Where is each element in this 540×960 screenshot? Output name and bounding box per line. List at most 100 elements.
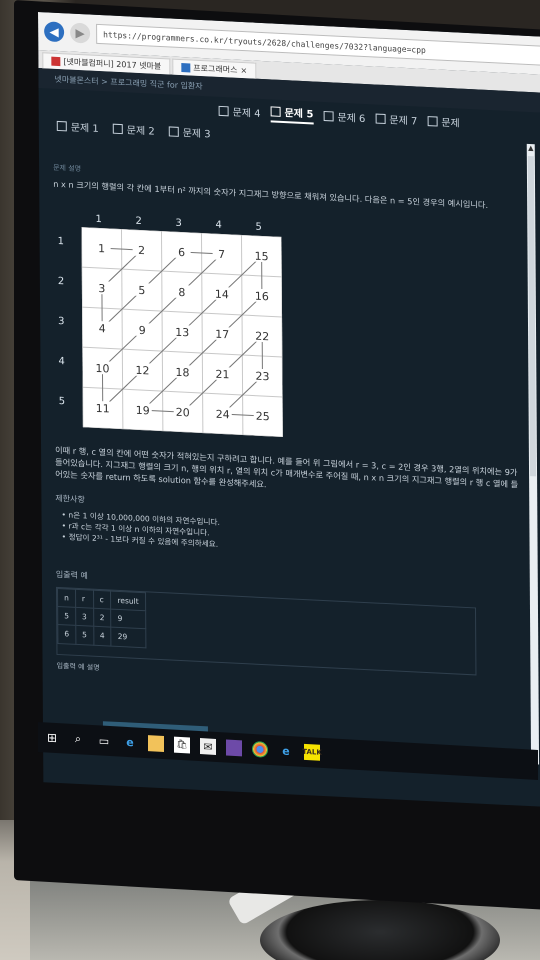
edge-icon[interactable]: e [122, 734, 138, 751]
checkbox-icon [56, 120, 67, 131]
tab-label: 문제 6 [337, 112, 366, 126]
tab-problem-4[interactable]: 문제 4 [218, 101, 261, 122]
grid-cell-value: 13 [175, 326, 189, 340]
store-icon[interactable]: 🛍 [174, 736, 190, 754]
grid-line [82, 306, 283, 318]
grid-cell-value: 6 [178, 246, 185, 259]
tab-label: 문제 5 [284, 108, 314, 121]
table-header: c [93, 590, 111, 610]
table-cell: 4 [93, 626, 112, 646]
table-cell: 5 [57, 606, 76, 626]
tab-label: [넷마블컴퍼니] 2017 넷마블 [63, 57, 162, 72]
row-header: 2 [57, 275, 65, 288]
grid-line [120, 228, 124, 429]
back-arrow-icon[interactable]: ◀ [44, 21, 65, 43]
programmers-favicon-icon [181, 63, 191, 73]
grid-cell-value: 11 [96, 402, 110, 416]
mail-icon[interactable]: ✉ [200, 738, 216, 755]
tab-problem-3[interactable]: 문제 3 [168, 123, 211, 141]
zigzag-figure: 1 2 3 4 5 1 2 3 4 5 1 2 6 7 15 3 5 8 14 16 4 9 13 17 2… [57, 210, 289, 441]
grid-cell-value: 20 [176, 406, 190, 420]
tab-problem-5[interactable]: 문제 5 [270, 103, 314, 125]
grid-line [160, 230, 164, 431]
tab-label: 프로그래머스 [193, 63, 238, 75]
grid-cell-value: 4 [99, 322, 106, 335]
grid-cell-value: 2 [138, 244, 145, 257]
checkbox-icon [427, 115, 438, 127]
grid-line [82, 386, 283, 398]
checkbox-icon [270, 105, 281, 117]
table-cell: 9 [110, 609, 146, 630]
tab-problem-6[interactable]: 문제 6 [323, 106, 365, 127]
grid-line [81, 266, 282, 278]
table-cell: 3 [75, 607, 94, 627]
table-row: 6 5 4 29 [57, 624, 146, 648]
grid-cell-value: 16 [255, 289, 269, 303]
row-header: 5 [58, 395, 66, 408]
grid-cell-value: 23 [255, 369, 269, 383]
close-tab-icon[interactable]: × [240, 66, 247, 75]
checkbox-icon [375, 113, 386, 124]
tab-problem-1[interactable]: 문제 1 [56, 118, 99, 135]
grid-cell-value: 18 [175, 366, 189, 380]
grid-cell-value: 8 [178, 286, 185, 299]
io-table: n r c result 5 3 2 9 6 5 4 29 [57, 588, 146, 648]
visual-studio-icon[interactable] [226, 739, 242, 757]
zigzag-grid: 1 2 6 7 15 3 5 8 14 16 4 9 13 17 22 10 12 18 21 23 11 19 20 24 2… [81, 226, 283, 437]
grid-cell-value: 10 [95, 362, 109, 376]
grid-line [240, 234, 244, 435]
checkbox-icon [168, 125, 179, 137]
tab-problem-2[interactable]: 문제 2 [112, 121, 155, 138]
grid-line [82, 346, 283, 358]
scroll-up-icon[interactable]: ▲ [527, 144, 535, 152]
grid-line [200, 232, 204, 433]
checkbox-icon [218, 105, 229, 116]
scrollbar[interactable]: ▲ ▼ [526, 143, 540, 765]
grid-cell-value: 14 [215, 287, 229, 301]
table-header: n [57, 588, 76, 608]
kakaotalk-icon[interactable]: TALK [302, 743, 322, 761]
task-view-icon[interactable]: ▭ [96, 732, 112, 749]
tab-problem-8[interactable]: 문제 [427, 111, 460, 132]
grid-cell-value: 12 [135, 364, 149, 378]
table-header: r [75, 589, 94, 609]
grid-cell-value: 3 [98, 282, 105, 295]
forward-arrow-icon[interactable]: ▶ [70, 22, 91, 44]
grid-line [82, 426, 283, 437]
table-cell: 2 [93, 608, 112, 628]
tab-problem-7[interactable]: 문제 7 [375, 109, 417, 130]
problem-content: 문제 설명 n x n 크기의 행렬의 각 칸에 1부터 n² 까지의 숫자가 … [53, 163, 527, 786]
row-header: 4 [58, 355, 65, 368]
col-header: 3 [175, 217, 182, 229]
grid-cell-value: 24 [216, 408, 230, 422]
col-header: 5 [255, 221, 262, 233]
search-icon[interactable]: ⌕ [70, 731, 86, 748]
col-header: 2 [135, 215, 142, 227]
scroll-thumb[interactable] [527, 155, 537, 477]
col-header: 1 [95, 213, 102, 225]
grid-cell-value: 15 [255, 249, 269, 263]
zigzag-grid-svg: 1 2 6 7 153 5 8 14 164 9 13 17 2210 12 18 21 2311 19 20 24 2… [81, 226, 283, 437]
grid-cell-value: 1 [98, 242, 105, 255]
io-example-box: n r c result 5 3 2 9 6 5 4 29 [56, 586, 477, 676]
tab-label: 문제 [441, 117, 460, 130]
ie-icon[interactable]: e [278, 742, 294, 759]
checkbox-icon [112, 123, 123, 134]
row-header: 3 [58, 315, 65, 328]
windows-icon[interactable]: ⊞ [44, 729, 60, 746]
col-header: 4 [215, 219, 222, 231]
table-cell: 5 [75, 625, 94, 645]
tab-label: 문제 2 [126, 125, 155, 138]
grid-line [280, 236, 283, 437]
grid-cell-value: 25 [256, 409, 270, 423]
folder-icon[interactable] [148, 735, 164, 753]
grid-cell-value: 21 [215, 367, 229, 381]
grid-line [81, 226, 84, 428]
tab-label: 문제 3 [182, 128, 211, 141]
row-header: 1 [57, 235, 65, 248]
table-header: result [110, 590, 146, 611]
chrome-icon[interactable] [252, 740, 268, 758]
table-cell: 6 [57, 624, 76, 644]
checkbox-icon [323, 110, 334, 121]
monitor-screen: ◀ ▶ https://programmers.co.kr/tryouts/26… [38, 12, 540, 810]
